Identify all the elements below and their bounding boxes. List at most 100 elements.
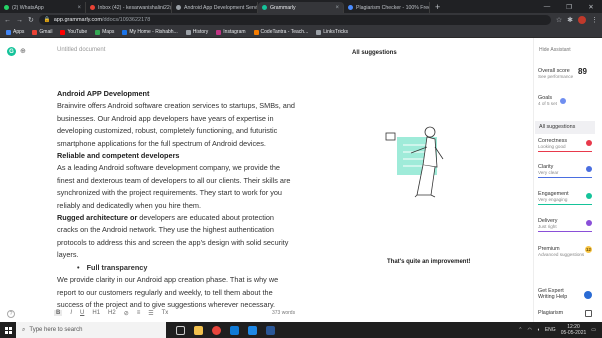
store-icon[interactable] [230, 325, 239, 335]
word-icon[interactable] [266, 325, 275, 335]
hide-assistant-link[interactable]: Hide Assistant [539, 47, 571, 53]
bookmark-label: Gmail [39, 29, 53, 35]
category-correctness[interactable]: Correctness Looking good [538, 138, 592, 153]
ordered-list-icon[interactable]: ≡ [137, 310, 141, 316]
tab-label: Android App Development Servi... [184, 4, 258, 11]
browser-tab[interactable]: Android App Development Servi...× [172, 2, 258, 13]
plagiarism-link[interactable]: Plagiarism [538, 310, 592, 317]
tab-label: Grammarly [270, 4, 296, 11]
close-tab-icon[interactable]: × [77, 5, 81, 11]
bookmark-item[interactable]: Gmail [32, 29, 52, 35]
bookmark-icon [6, 29, 11, 35]
sidebar-divider [533, 38, 534, 322]
wifi-icon[interactable]: ◠ [527, 327, 531, 333]
language-indicator[interactable]: ENG [545, 327, 556, 333]
bookmark-icon [32, 29, 38, 35]
grammarly-logo-icon[interactable]: G [7, 47, 16, 56]
address-bar-row: ← → ↻ 🔒 app.grammarly.com/ddocs/10936221… [0, 13, 602, 27]
new-tab-button[interactable]: + [430, 2, 445, 13]
browser-tab[interactable]: Inbox (42) - kesarwanishalini22@...× [86, 2, 172, 13]
menu-icon[interactable]: ⋮ [591, 16, 598, 24]
goals-card[interactable]: Goals 4 of 5 set [538, 95, 592, 106]
profile-avatar[interactable] [578, 16, 586, 24]
bookmark-item[interactable]: Apps [6, 29, 24, 35]
help-icon[interactable]: ? [7, 310, 15, 318]
bookmark-icon [185, 29, 191, 35]
tab-label: Inbox (42) - kesarwanishalini22@... [98, 4, 172, 11]
close-window-button[interactable]: ✕ [580, 3, 602, 11]
heading2-button[interactable]: H2 [108, 310, 116, 316]
tab-label: Plagiarism Checker - 100% Free C... [356, 4, 430, 11]
system-tray: ⌃ ◠ ◖ ENG 12:20 05-05-2021 ▭ [518, 324, 602, 336]
bookmark-label: LinksTricks [323, 29, 349, 35]
new-document-icon[interactable]: ⊕ [20, 47, 32, 56]
tab-favicon-icon [348, 5, 353, 10]
success-illustration [385, 126, 444, 198]
bookmark-item[interactable]: LinksTricks [316, 29, 348, 35]
bullet-list-icon[interactable]: ☰ [148, 310, 153, 317]
tray-chevron-icon[interactable]: ⌃ [518, 327, 522, 333]
taskbar-search[interactable]: ⌕ Type here to search [16, 322, 166, 338]
all-suggestions-tab[interactable]: All suggestions [535, 121, 595, 134]
format-toolbar: B I U H1 H2 ⊘ ≡ ☰ Tx [54, 308, 299, 318]
document-title[interactable]: Untitled document [57, 47, 105, 53]
bookmark-item[interactable]: CodeTantra - Teach... [253, 29, 308, 35]
heading1-button[interactable]: H1 [92, 310, 100, 316]
category-engagement[interactable]: Engagement Very engaging [538, 191, 592, 206]
bold-button[interactable]: B [54, 310, 63, 316]
clear-format-icon[interactable]: Tx [162, 310, 169, 316]
bookmark-label: Maps [102, 29, 115, 35]
taskbar-search-placeholder: Type here to search [29, 327, 83, 333]
back-icon[interactable]: ← [4, 17, 11, 24]
bookmark-item[interactable]: My Home - Rishabh... [122, 29, 178, 35]
document-editor[interactable]: Android APP Development Brainvire offers… [57, 88, 297, 311]
bookmark-label: Apps [13, 29, 25, 35]
browser-tab[interactable]: Plagiarism Checker - 100% Free C...× [344, 2, 430, 13]
chrome-icon[interactable] [212, 325, 221, 335]
url-field[interactable]: 🔒 app.grammarly.com/ddocs/1093622178 [38, 15, 551, 25]
bookmark-item[interactable]: YouTube [60, 29, 87, 35]
volume-icon[interactable]: ◖ [537, 327, 540, 333]
link-icon[interactable]: ⊘ [124, 310, 129, 317]
notifications-icon[interactable]: ▭ [591, 327, 596, 333]
bookmark-icon [216, 29, 222, 35]
plagiarism-label: Plagiarism [538, 310, 564, 316]
minimize-button[interactable]: — [536, 3, 558, 10]
browser-tab[interactable]: (2) WhatsApp × [0, 2, 86, 13]
underline-button[interactable]: U [80, 310, 84, 316]
bookmark-icon [60, 29, 66, 35]
category-bar [538, 177, 592, 179]
clock[interactable]: 12:20 05-05-2021 [561, 324, 587, 336]
doc-subheading: Reliable and competent developers [57, 151, 180, 161]
search-icon: ⌕ [22, 326, 26, 333]
bookmark-label: YouTube [67, 29, 88, 35]
bookmark-item[interactable]: History [185, 29, 209, 35]
file-explorer-icon[interactable] [194, 325, 203, 335]
mail-icon[interactable] [248, 325, 257, 335]
category-bar [538, 204, 592, 206]
bookmark-item[interactable]: Maps [95, 29, 114, 35]
reload-icon[interactable]: ↻ [28, 16, 34, 24]
doc-paragraph: As a leading Android software developmen… [57, 163, 291, 210]
star-icon[interactable]: ☆ [556, 16, 562, 24]
task-view-icon[interactable] [176, 325, 185, 335]
windows-start-icon[interactable] [0, 322, 16, 338]
suggestions-heading: All suggestions [352, 50, 397, 56]
italic-button[interactable]: I [70, 310, 72, 316]
bookmark-item[interactable]: Instagram [216, 29, 246, 35]
maximize-button[interactable]: ❐ [558, 3, 580, 11]
premium-card[interactable]: Premium Advanced suggestions 12 [538, 246, 592, 257]
tab-favicon-icon [176, 5, 181, 10]
close-tab-icon[interactable]: × [335, 5, 339, 11]
bookmark-label: History [192, 29, 209, 35]
category-clarity[interactable]: Clarity Very clear [538, 164, 592, 179]
expert-help-link[interactable]: Get Expert Writing Help [538, 288, 592, 300]
browser-tab[interactable]: Grammarly × [258, 2, 344, 13]
doc-paragraph: We provide clarity in our Android app cr… [57, 275, 279, 309]
bookmark-icon [122, 29, 128, 35]
category-delivery[interactable]: Delivery Just right [538, 218, 592, 233]
forward-icon[interactable]: → [16, 17, 23, 24]
extensions-icon[interactable]: ✱ [567, 16, 573, 24]
goals-icon [560, 98, 566, 104]
word-count[interactable]: 373 words [272, 310, 295, 316]
